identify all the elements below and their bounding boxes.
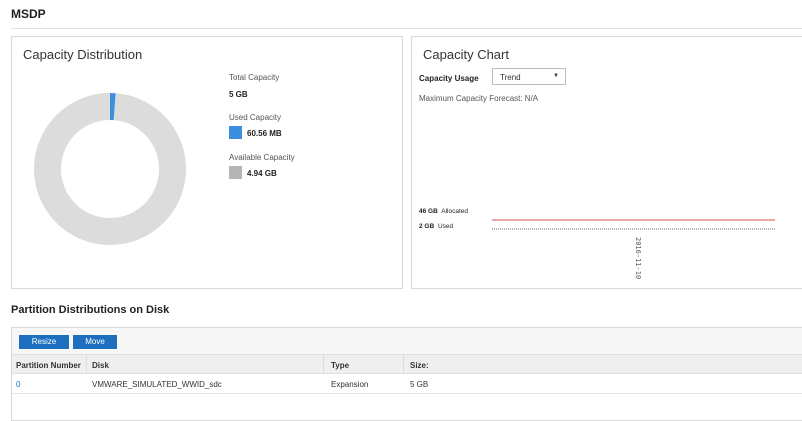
capacity-trend-chart: 46 GB Allocated 2 GB Used 2016-11-10 (419, 208, 775, 279)
page-title: MSDP (11, 7, 46, 21)
column-divider[interactable] (323, 355, 324, 373)
capacity-donut-chart (34, 93, 186, 245)
size-cell: 5 GB (410, 380, 429, 389)
resize-button[interactable]: Resize (19, 335, 69, 349)
type-cell: Expansion (331, 380, 369, 389)
available-capacity-value: 4.94 GB (247, 169, 277, 178)
column-header-type[interactable]: Type (331, 361, 349, 370)
used-word: Used (438, 223, 454, 230)
capacity-forecast-text: Maximum Capacity Forecast: N/A (419, 94, 539, 103)
column-header-partition-number[interactable]: Partition Number (16, 361, 81, 370)
title-divider (11, 28, 802, 29)
capacity-distribution-panel: Capacity Distribution Total Capacity 5 G… (11, 36, 403, 289)
partitions-toolbar: Resize Move (12, 328, 802, 354)
used-capacity-label: Used Capacity (229, 113, 282, 122)
capacity-usage-select[interactable]: Trend ▼ (492, 68, 566, 85)
available-capacity-swatch (229, 166, 242, 179)
table-header: Partition Number Disk Type Size: (12, 354, 802, 374)
disk-cell: VMWARE_SIMULATED_WWID_sdc (92, 380, 222, 389)
used-label: 2 GB Used (419, 223, 454, 230)
column-header-disk[interactable]: Disk (92, 361, 109, 370)
table-row[interactable]: 0 VMWARE_SIMULATED_WWID_sdc Expansion 5 … (12, 374, 802, 394)
capacity-chart-title: Capacity Chart (423, 47, 509, 62)
capacity-chart-panel: Capacity Chart Capacity Usage Trend ▼ Ma… (411, 36, 802, 289)
used-capacity-swatch (229, 126, 242, 139)
available-capacity-label: Available Capacity (229, 153, 295, 162)
used-value: 2 GB (419, 223, 434, 230)
total-capacity-label: Total Capacity (229, 73, 280, 82)
column-header-size[interactable]: Size: (410, 361, 429, 370)
capacity-usage-label: Capacity Usage (419, 74, 479, 83)
chevron-down-icon: ▼ (553, 73, 559, 79)
used-capacity-value: 60.56 MB (247, 129, 282, 138)
allocated-word: Allocated (441, 208, 468, 215)
column-divider[interactable] (403, 355, 404, 373)
capacity-distribution-title: Capacity Distribution (23, 47, 143, 62)
partition-number-link[interactable]: 0 (16, 380, 20, 389)
allocated-label: 46 GB Allocated (419, 208, 468, 215)
date-tick-label: 2016-11-10 (634, 237, 642, 279)
capacity-usage-select-value: Trend (500, 73, 521, 82)
allocated-value: 46 GB (419, 208, 438, 215)
partitions-section-title: Partition Distributions on Disk (11, 304, 170, 316)
column-divider[interactable] (86, 355, 87, 373)
move-button[interactable]: Move (73, 335, 117, 349)
total-capacity-value: 5 GB (229, 90, 248, 99)
partitions-grid: Resize Move Partition Number Disk Type S… (11, 327, 802, 421)
